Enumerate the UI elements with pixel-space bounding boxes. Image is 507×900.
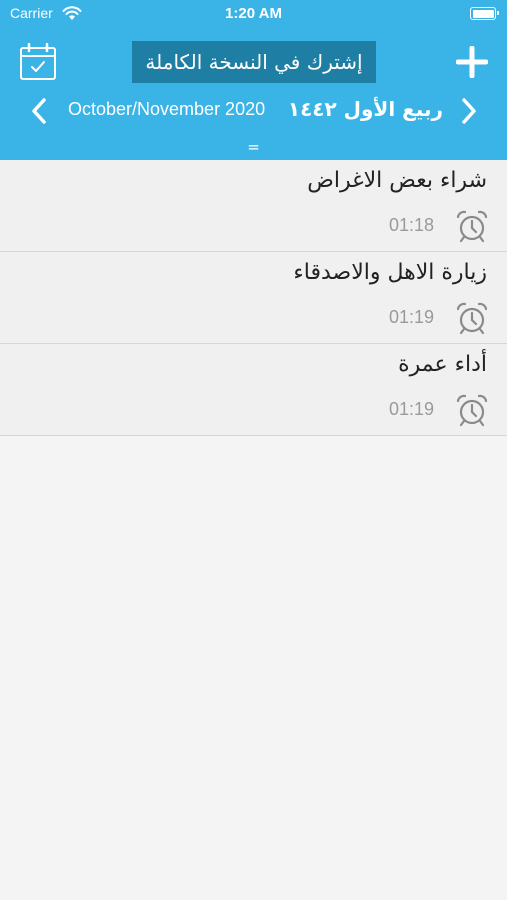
alarm-clock-icon [456, 394, 488, 427]
reminder-title: زيارة الاهل والاصدقاء [293, 260, 487, 285]
chevron-right-icon[interactable] [458, 97, 480, 125]
calendar-check-icon[interactable] [19, 43, 57, 81]
drag-handle[interactable]: = [0, 138, 507, 156]
reminder-time: 01:18 [389, 215, 435, 235]
reminder-time: 01:19 [389, 399, 435, 419]
gregorian-month-label: October/November 2020 [68, 99, 266, 119]
alarm-clock-icon [456, 302, 488, 335]
reminder-title: شراء بعض الاغراض [307, 168, 487, 193]
status-bar: Carrier 1:20 AM [0, 0, 507, 28]
reminder-row[interactable]: أداء عمرة 01:19 [0, 344, 507, 436]
reminder-title: أداء عمرة [398, 352, 487, 377]
reminder-row[interactable]: زيارة الاهل والاصدقاء 01:19 [0, 252, 507, 344]
chevron-left-icon[interactable] [28, 97, 50, 125]
reminder-list: شراء بعض الاغراض 01:18 زيارة الاهل والاص… [0, 160, 507, 436]
battery-icon [470, 7, 499, 20]
status-time: 1:20 AM [225, 5, 282, 22]
subscribe-full-version-button[interactable]: إشترك في النسخة الكاملة [132, 41, 376, 83]
alarm-clock-icon [456, 210, 488, 243]
reminder-time: 01:19 [389, 307, 435, 327]
app-header: Carrier 1:20 AM إشترك في النسخة الكاملة … [0, 0, 507, 160]
reminder-row[interactable]: شراء بعض الاغراض 01:18 [0, 160, 507, 252]
month-navigation: October/November 2020 ربيع الأول ١٤٤٢ [0, 93, 507, 129]
plus-icon[interactable] [456, 46, 488, 78]
hijri-month-label: ربيع الأول ١٤٤٢ [287, 97, 443, 121]
